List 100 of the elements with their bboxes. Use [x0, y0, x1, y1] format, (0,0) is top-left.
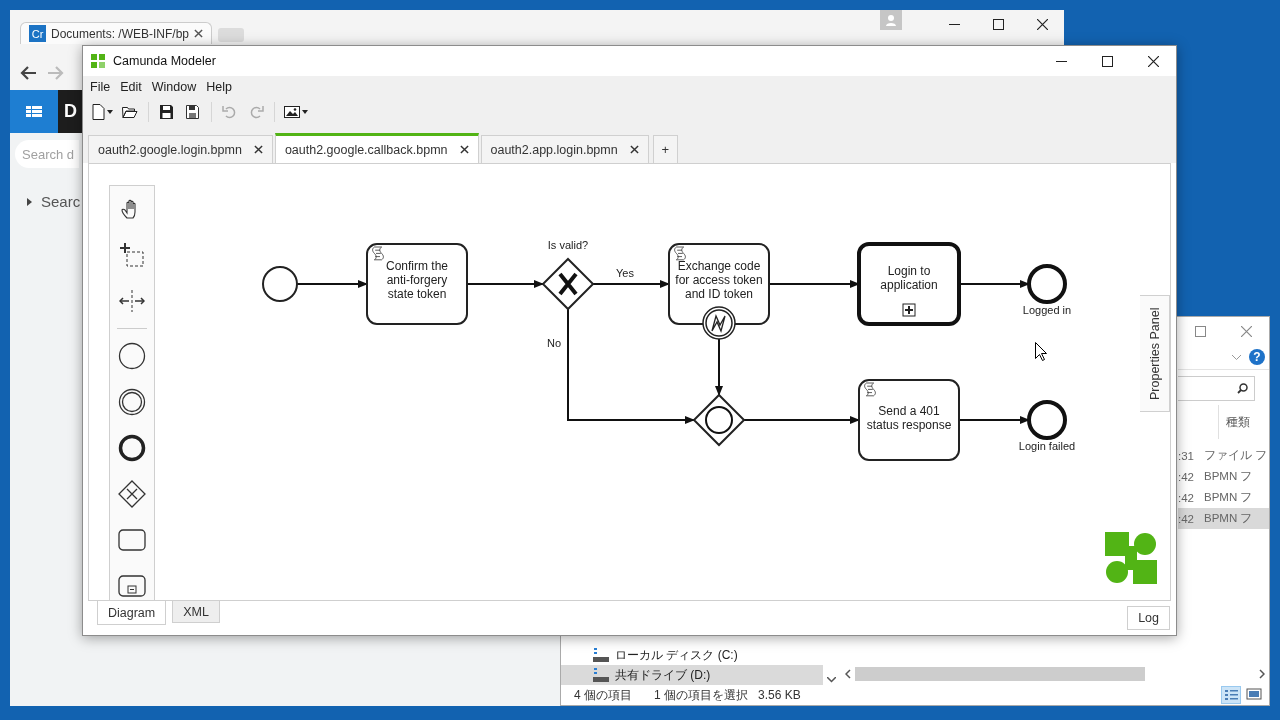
task-label: Confirm the anti-forgery state token: [386, 259, 448, 301]
file-row[interactable]: :42 BPMN フ: [1178, 466, 1269, 487]
double-circle-icon: [118, 388, 146, 416]
search-icon: [1237, 383, 1248, 394]
space-tool-icon: [119, 290, 145, 312]
event-gateway[interactable]: [692, 393, 746, 447]
subprocess-shape[interactable]: [857, 242, 961, 326]
menu-item[interactable]: Window: [146, 80, 202, 94]
maximize-icon: [1195, 325, 1207, 337]
sequence-flow[interactable]: [567, 308, 695, 424]
file-tab[interactable]: oauth2.google.callback.bpmn: [274, 133, 479, 163]
rounded-rect-icon: [118, 529, 146, 551]
task-shape[interactable]: [366, 243, 468, 325]
back-icon[interactable]: [20, 65, 36, 80]
flow-label: No: [546, 337, 562, 349]
script-icon: [674, 246, 686, 261]
app-icon: [91, 54, 105, 68]
add-tab-button[interactable]: +: [652, 135, 678, 163]
close-icon[interactable]: [459, 145, 469, 154]
sequence-flow[interactable]: [958, 280, 1030, 288]
table-cell-text: BPMN フ: [1204, 469, 1254, 484]
image-icon: [284, 104, 300, 120]
view-tab[interactable]: Diagram: [97, 601, 167, 625]
drive-icon: [593, 648, 609, 662]
task-shape[interactable]: [668, 243, 770, 325]
thumbnail-view-icon[interactable]: [1245, 686, 1263, 702]
item-count: 4 個の項目: [574, 686, 632, 704]
nav-item[interactable]: ローカル ディスク (C:): [561, 645, 823, 665]
sequence-flow[interactable]: [715, 338, 723, 396]
lasso-icon: [119, 242, 145, 268]
open-folder-icon: [122, 104, 138, 120]
search-field[interactable]: [1178, 376, 1255, 401]
help-button[interactable]: ?: [1249, 349, 1265, 365]
caret-icon: [302, 110, 308, 114]
close-icon[interactable]: [194, 29, 204, 38]
tab-title: Documents: /WEB-INF/bp: [51, 26, 190, 41]
script-icon: [372, 246, 384, 261]
close-icon[interactable]: [629, 145, 639, 154]
menu-item[interactable]: Help: [201, 80, 237, 94]
grid-icon: [26, 105, 42, 118]
sequence-flow[interactable]: [296, 280, 368, 288]
undo-icon: [222, 104, 238, 120]
subprocess-icon: [118, 575, 146, 597]
menu-item[interactable]: Edit: [115, 80, 147, 94]
event-label: Login failed: [1018, 440, 1076, 452]
circle-icon: [118, 342, 146, 370]
log-button[interactable]: Log: [1127, 606, 1170, 630]
sequence-flow[interactable]: [958, 416, 1030, 424]
browser-tab[interactable]: Cr Documents: /WEB-INF/bp: [20, 22, 213, 44]
details-view-icon[interactable]: [1221, 686, 1241, 704]
logo-letter: D: [64, 101, 77, 122]
site-badge: Cr: [29, 25, 46, 42]
nav-item[interactable]: 共有ドライブ (D:): [561, 665, 823, 685]
sequence-flow[interactable]: [466, 280, 544, 288]
end-event[interactable]: [1027, 264, 1067, 304]
end-event[interactable]: [1027, 400, 1067, 440]
task-shape[interactable]: [858, 379, 960, 461]
caret-icon: [107, 110, 113, 114]
column-header[interactable]: 種類: [1218, 405, 1250, 439]
task-label: Exchange code for access token and ID token: [675, 259, 763, 301]
expand-arrow-icon[interactable]: [27, 197, 32, 206]
close-icon[interactable]: [253, 145, 263, 154]
start-event[interactable]: [262, 266, 298, 302]
close-icon: [1240, 325, 1252, 337]
chevron-down-icon[interactable]: [826, 677, 836, 683]
drive-icon: [593, 668, 609, 682]
search-field[interactable]: Search d: [15, 140, 79, 168]
view-tab[interactable]: XML: [172, 601, 220, 623]
save-icon: [159, 104, 175, 120]
error-boundary-event[interactable]: [702, 306, 736, 340]
scrollbar-thumb[interactable]: [855, 667, 1145, 681]
scroll-right-icon[interactable]: [1259, 667, 1265, 681]
tree-item[interactable]: Searc: [41, 193, 81, 210]
table-cell-text: :42: [1178, 512, 1195, 525]
scroll-left-icon[interactable]: [845, 667, 851, 681]
new-file-button[interactable]: [89, 101, 115, 123]
file-tab[interactable]: oauth2.google.login.bpmn: [88, 135, 273, 163]
user-icon: [886, 14, 896, 26]
sequence-flow[interactable]: [768, 280, 860, 288]
gateway-label: Is valid?: [547, 239, 589, 251]
apps-button[interactable]: [10, 90, 58, 133]
task-label: Send a 401 status response: [866, 404, 952, 432]
sequence-flow[interactable]: [592, 280, 670, 288]
table-cell-text: BPMN フ: [1204, 490, 1254, 505]
script-icon: [864, 382, 876, 397]
close-icon: [1036, 18, 1048, 30]
minimize-icon: [1055, 60, 1067, 62]
gateway-icon: [118, 480, 146, 508]
file-row[interactable]: :31 ファイル フ: [1178, 445, 1269, 466]
file-row[interactable]: :42 BPMN フ: [1178, 508, 1269, 529]
cursor-icon: [1035, 342, 1047, 361]
properties-panel-toggle[interactable]: Properties Panel: [1140, 295, 1170, 412]
exclusive-gateway[interactable]: [541, 257, 595, 311]
menu-item[interactable]: File: [85, 80, 116, 94]
selection-info: 1 個の項目を選択: [654, 686, 749, 704]
file-row[interactable]: :42 BPMN フ: [1178, 487, 1269, 508]
file-tab[interactable]: oauth2.app.login.bpmn: [480, 135, 649, 163]
expand-icon[interactable]: [902, 303, 916, 317]
sequence-flow[interactable]: [743, 416, 860, 424]
event-label: Logged in: [1022, 304, 1072, 316]
